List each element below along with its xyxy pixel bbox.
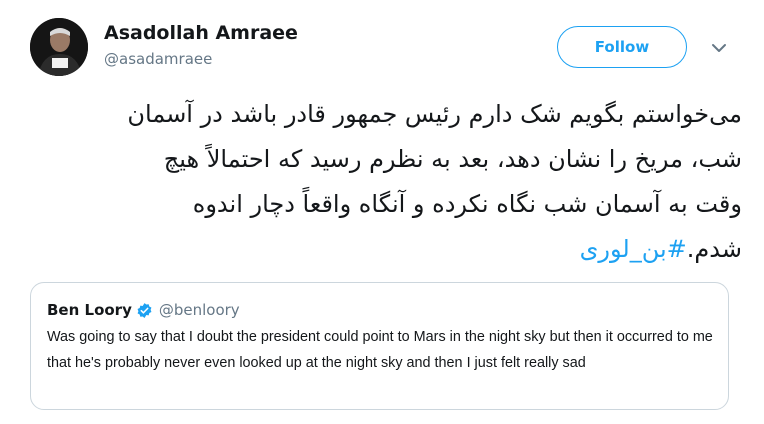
tweet-text-line: می‌خواستم بگویم شک دارم رئیس جمهور قادر …	[127, 100, 742, 128]
chevron-down-icon[interactable]	[710, 40, 728, 54]
tweet-text-line: شب، مریخ را نشان دهد، بعد به نظرم رسید ک…	[163, 145, 742, 173]
quoted-author-name: Ben Loory	[47, 301, 132, 319]
quoted-author-handle: @benloory	[158, 301, 240, 319]
tweet-text-fragment: شدم.	[686, 235, 742, 263]
avatar-photo	[30, 18, 88, 76]
verified-badge-icon	[136, 302, 153, 319]
tweet-text: می‌خواستم بگویم شک دارم رئیس جمهور قادر …	[30, 92, 742, 272]
quoted-tweet[interactable]: Ben Loory @benloory Was going to say tha…	[30, 282, 729, 410]
tweet-text-line: شدم.#بن_لوری	[30, 227, 742, 272]
tweet-text-line: وقت به آسمان شب نگاه نکرده و آنگاه واقعا…	[192, 190, 742, 218]
hashtag-link[interactable]: #بن_لوری	[580, 235, 687, 263]
author-handle[interactable]: @asadamraee	[104, 50, 212, 68]
quoted-tweet-text: Was going to say that I doubt the presid…	[47, 329, 713, 371]
quoted-tweet-header: Ben Loory @benloory	[47, 300, 240, 320]
avatar[interactable]	[30, 18, 88, 76]
follow-button[interactable]: Follow	[557, 26, 687, 68]
author-name[interactable]: Asadollah Amraee	[104, 20, 298, 46]
